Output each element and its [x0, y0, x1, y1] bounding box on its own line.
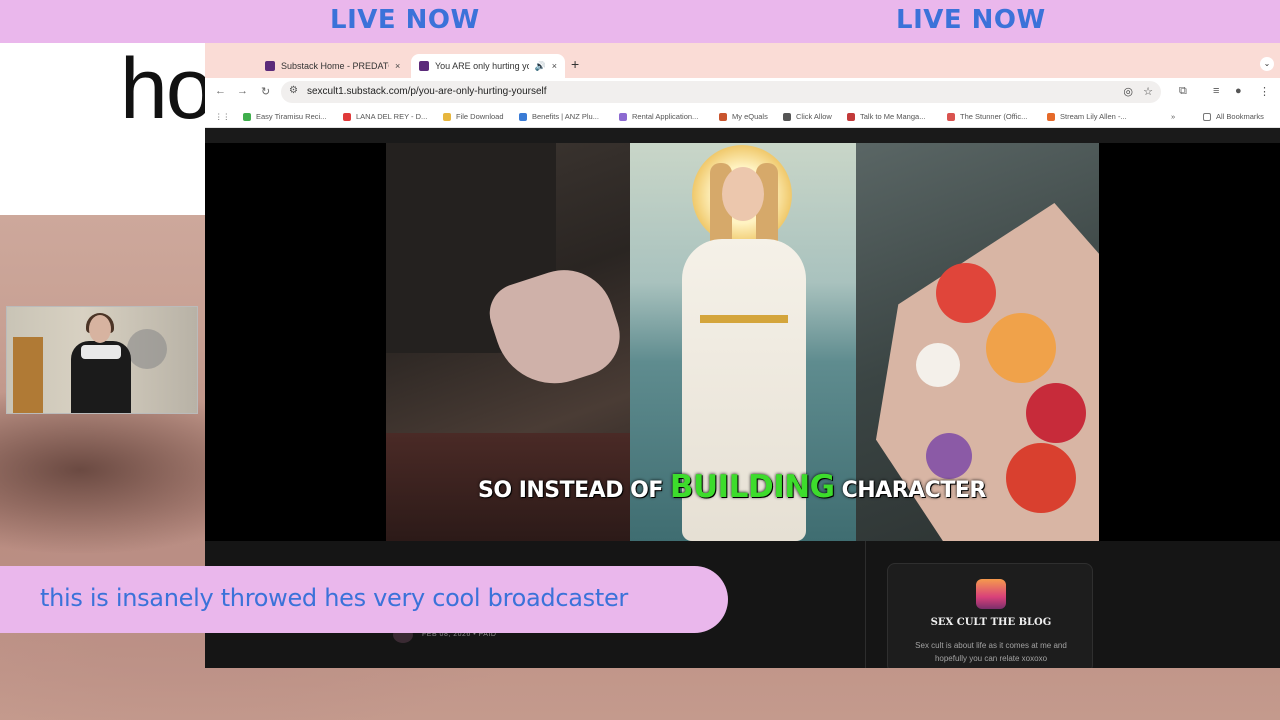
- menu-icon[interactable]: ⋮: [1259, 85, 1270, 98]
- live-now-label-left: LIVE NOW: [330, 5, 480, 35]
- browser-toolbar: ← → ↻ ⚙ sexcult1.substack.com/p/you-are-…: [205, 78, 1280, 106]
- live-now-label-right: LIVE NOW: [896, 5, 1046, 35]
- live-now-banner: LIVE NOW LIVE NOW: [0, 0, 1280, 43]
- extensions-icon[interactable]: ⧉: [1179, 85, 1187, 98]
- background-big-text: ho: [120, 41, 206, 137]
- webcam-door: [13, 337, 43, 413]
- blog-name: SEX CULT THE BLOG: [930, 617, 1052, 628]
- all-bookmarks-button[interactable]: All Bookmarks: [1203, 112, 1264, 121]
- bookmarks-bar: ⋮⋮ Easy Tiramisu Reci... LANA DEL REY - …: [205, 106, 1280, 128]
- bookmark-item[interactable]: Rental Application...: [619, 112, 698, 121]
- bookmark-item[interactable]: File Download: [443, 112, 504, 121]
- tab-search-icon[interactable]: ⌄: [1260, 57, 1274, 71]
- substack-favicon-icon: [419, 61, 429, 71]
- site-info-icon[interactable]: ⚙: [289, 85, 298, 96]
- tab-current-post[interactable]: You ARE only hurting you 🔊 ×: [411, 54, 565, 78]
- bookmark-item[interactable]: Stream Lily Allen -...: [1047, 112, 1127, 121]
- caption-text: SO INSTEAD OF: [478, 478, 663, 503]
- video-caption: SO INSTEAD OF BUILDING CHARACTER: [478, 469, 986, 505]
- tab-substack-home[interactable]: Substack Home - PREDATOR ×: [257, 54, 409, 78]
- chat-message-text: this is insanely throwed hes very cool b…: [40, 584, 628, 612]
- bookmark-item[interactable]: My eQuals: [719, 112, 768, 121]
- blog-card[interactable]: SEX CULT THE BLOG Sex cult is about life…: [887, 563, 1093, 668]
- overflow-chevron-icon[interactable]: »: [1171, 112, 1175, 121]
- tab-title: You ARE only hurting you: [434, 61, 529, 71]
- divider: [865, 541, 866, 668]
- bookmark-item[interactable]: Talk to Me Manga...: [847, 112, 925, 121]
- bookmark-item[interactable]: Click Allow: [783, 112, 832, 121]
- webcam-streamer: [69, 313, 149, 413]
- bookmark-item[interactable]: Benefits | ANZ Plu...: [519, 112, 599, 121]
- audio-icon[interactable]: 🔊: [535, 61, 546, 72]
- blog-logo-icon: [976, 579, 1006, 609]
- blog-description: Sex cult is about life as it comes at me…: [915, 641, 1067, 663]
- bookmark-star-icon[interactable]: ☆: [1143, 85, 1153, 98]
- close-tab-icon[interactable]: ×: [552, 61, 557, 71]
- webcam-feed: [6, 306, 198, 414]
- bookmark-item[interactable]: LANA DEL REY - D...: [343, 112, 427, 121]
- apps-icon[interactable]: ⋮⋮: [215, 112, 230, 121]
- chat-message-overlay: this is insanely throwed hes very cool b…: [0, 566, 728, 633]
- bookmark-item[interactable]: Easy Tiramisu Reci...: [243, 112, 326, 121]
- bookmark-item[interactable]: The Stunner (Offic...: [947, 112, 1027, 121]
- cast-icon[interactable]: ≡: [1213, 85, 1219, 97]
- forward-icon[interactable]: →: [237, 85, 248, 97]
- address-bar[interactable]: ⚙ sexcult1.substack.com/p/you-are-only-h…: [281, 81, 1161, 103]
- tab-title: Substack Home - PREDATOR: [281, 61, 389, 71]
- new-tab-button[interactable]: +: [571, 56, 579, 72]
- eye-off-icon[interactable]: ◎: [1123, 85, 1133, 98]
- reload-icon[interactable]: ↻: [261, 85, 270, 98]
- back-icon[interactable]: ←: [215, 85, 226, 97]
- caption-highlight: BUILDING: [669, 469, 835, 505]
- substack-favicon-icon: [265, 61, 275, 71]
- close-tab-icon[interactable]: ×: [395, 61, 400, 71]
- tab-bar: Substack Home - PREDATOR × You ARE only …: [205, 43, 1280, 78]
- url-text: sexcult1.substack.com/p/you-are-only-hur…: [307, 86, 547, 97]
- video-player[interactable]: SO INSTEAD OF BUILDING CHARACTER: [205, 143, 1280, 541]
- profile-icon[interactable]: ●: [1235, 85, 1242, 97]
- caption-text: CHARACTER: [841, 478, 987, 503]
